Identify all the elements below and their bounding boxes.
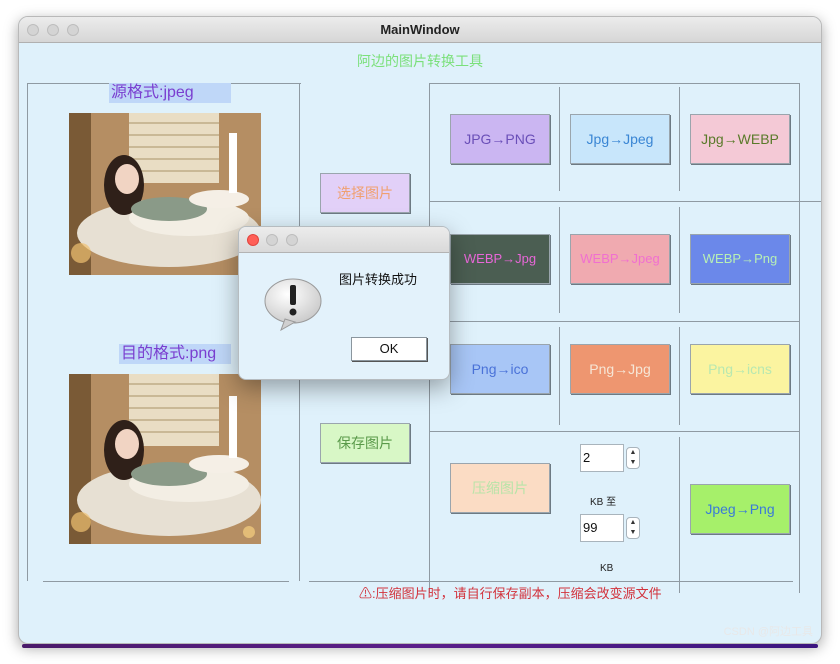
chevron-down-icon[interactable]: ▼ [627, 528, 639, 538]
app-title: 阿边的图片转换工具 [357, 53, 483, 69]
source-image [69, 113, 261, 275]
divider [27, 83, 28, 581]
divider [799, 83, 800, 593]
dialog-close-button[interactable] [247, 234, 259, 246]
divider [309, 581, 793, 582]
select-image-button[interactable]: 选择图片 [320, 173, 410, 213]
dialog-zoom-button[interactable] [286, 234, 298, 246]
dialog-minimize-button[interactable] [266, 234, 278, 246]
convert-button[interactable]: WEBP→Jpg [450, 234, 550, 284]
divider [679, 87, 680, 191]
dialog-message: 图片转换成功 [339, 272, 418, 287]
chevron-up-icon[interactable]: ▲ [627, 448, 639, 458]
divider [559, 327, 560, 425]
divider [679, 207, 680, 313]
exclamation-icon [263, 277, 323, 336]
target-format-label: 目的格式:png [119, 344, 231, 364]
divider [429, 83, 799, 84]
divider [43, 581, 289, 582]
max-size-stepper[interactable]: 99 ▲ ▼ [580, 514, 640, 542]
divider [429, 321, 799, 322]
min-size-unit: KB 至 [590, 497, 617, 508]
target-image [69, 374, 261, 544]
chevron-down-icon[interactable]: ▼ [627, 458, 639, 468]
convert-button[interactable]: WEBP→Png [690, 234, 790, 284]
compress-warning: ⚠:压缩图片时，请自行保存副本，压缩会改变源文件 [359, 586, 662, 601]
convert-button[interactable]: JPG→PNG [450, 114, 550, 164]
window-title: MainWindow [380, 22, 460, 37]
divider [679, 327, 680, 425]
divider [429, 201, 821, 202]
max-size-unit: KB [600, 563, 614, 574]
min-size-arrows[interactable]: ▲ ▼ [626, 447, 640, 469]
compress-image-button[interactable]: 压缩图片 [450, 463, 550, 513]
dialog-titlebar [239, 227, 449, 253]
min-size-stepper[interactable]: 2 ▲ ▼ [580, 444, 640, 472]
divider [679, 437, 680, 593]
convert-button[interactable]: Jpeg→Png [690, 484, 790, 534]
chevron-up-icon[interactable]: ▲ [627, 518, 639, 528]
window-titlebar: MainWindow [19, 17, 821, 43]
watermark: CSDN @阿边工具 [723, 626, 813, 638]
convert-button[interactable]: Png→ico [450, 344, 550, 394]
convert-button[interactable]: Jpg→WEBP [690, 114, 790, 164]
ok-button[interactable]: OK [351, 337, 427, 361]
min-size-input[interactable]: 2 [580, 444, 624, 472]
convert-button[interactable]: WEBP→Jpeg [570, 234, 670, 284]
convert-button[interactable]: Jpg→Jpeg [570, 114, 670, 164]
max-size-input[interactable]: 99 [580, 514, 624, 542]
success-dialog: 图片转换成功 OK [238, 226, 450, 380]
bottom-accent [22, 644, 818, 648]
convert-button[interactable]: Png→icns [690, 344, 790, 394]
save-image-button[interactable]: 保存图片 [320, 423, 410, 463]
convert-button[interactable]: Png→Jpg [570, 344, 670, 394]
divider [429, 431, 799, 432]
divider [559, 207, 560, 313]
max-size-arrows[interactable]: ▲ ▼ [626, 517, 640, 539]
source-format-label: 源格式:jpeg [109, 83, 231, 103]
divider [559, 87, 560, 191]
